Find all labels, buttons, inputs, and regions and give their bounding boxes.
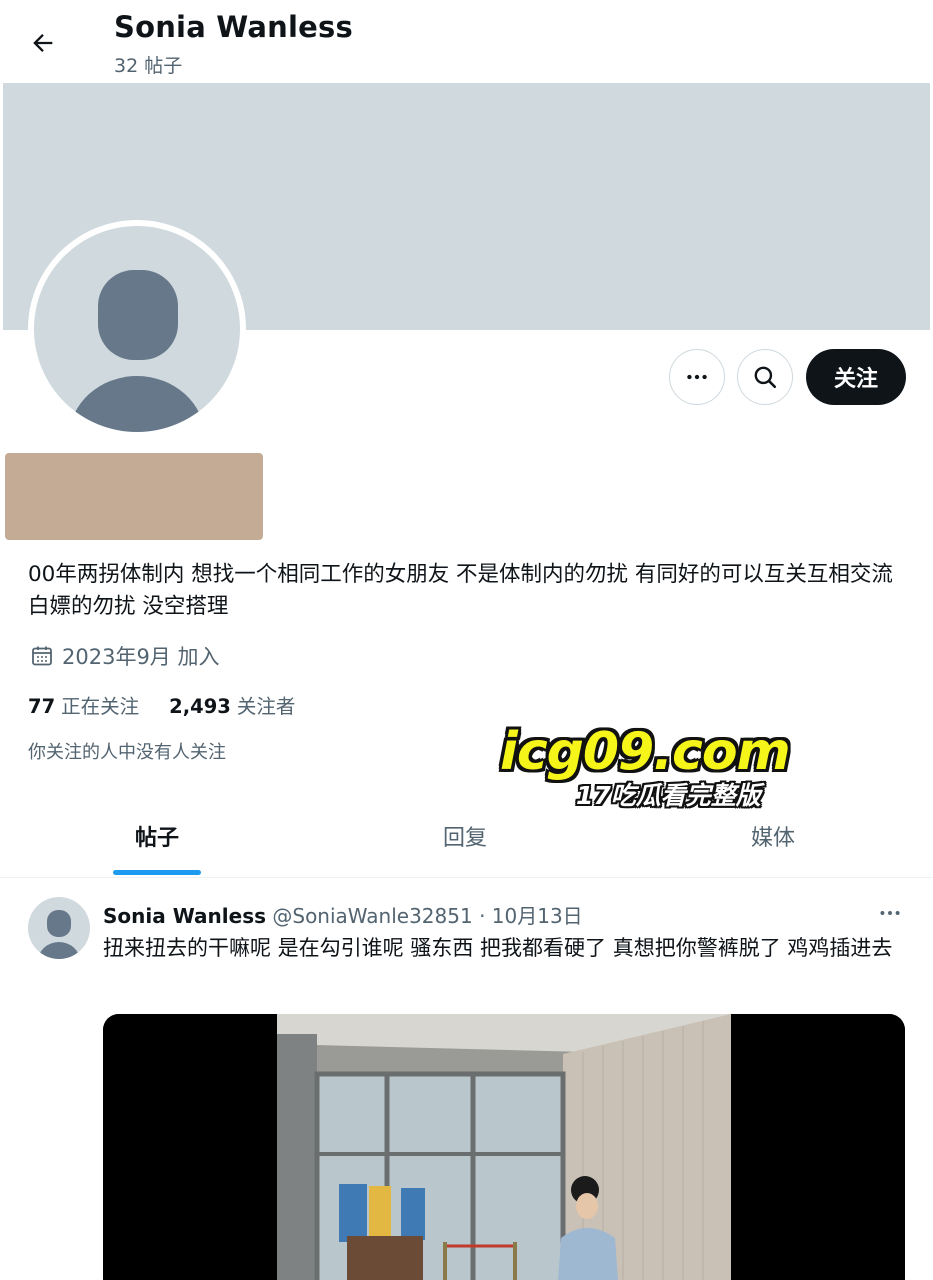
post-author-avatar[interactable] bbox=[28, 897, 90, 959]
calendar-icon bbox=[32, 646, 52, 666]
more-options-button[interactable] bbox=[669, 349, 725, 405]
back-button[interactable] bbox=[22, 22, 64, 64]
default-avatar-icon bbox=[38, 910, 80, 959]
post-text: 扭来扭去的干嘛呢 是在勾引谁呢 骚东西 把我都看硬了 真想把你警裤脱了 鸡鸡插进… bbox=[103, 936, 893, 960]
followers-label: 关注者 bbox=[236, 695, 296, 718]
followers-count: 2,493 bbox=[169, 695, 231, 718]
followers-link[interactable]: 2,493 关注者 bbox=[169, 690, 295, 719]
redacted-display-name bbox=[5, 453, 263, 540]
post-author-name[interactable]: Sonia Wanless bbox=[103, 904, 266, 928]
following-count: 77 bbox=[28, 695, 56, 718]
tab-replies[interactable]: 回复 bbox=[443, 820, 487, 852]
following-label: 正在关注 bbox=[61, 695, 140, 718]
post-header: Sonia Wanless @SoniaWanle32851 · 10月13日 bbox=[103, 900, 583, 929]
top-bar: Sonia Wanless 32 帖子 bbox=[0, 0, 933, 82]
default-avatar-icon bbox=[34, 226, 240, 432]
post-more-button[interactable] bbox=[872, 900, 908, 926]
more-icon bbox=[880, 911, 900, 915]
follow-stats: 77 正在关注 2,493 关注者 bbox=[28, 690, 325, 719]
join-date-text: 2023年9月 加入 bbox=[62, 645, 220, 669]
profile-avatar[interactable] bbox=[28, 220, 246, 438]
post-video[interactable] bbox=[103, 1014, 905, 1280]
post-item[interactable]: Sonia Wanless @SoniaWanle32851 · 10月13日 … bbox=[0, 880, 933, 1280]
header-profile-name: Sonia Wanless bbox=[114, 10, 353, 44]
join-date: 2023年9月 加入 bbox=[30, 641, 219, 671]
watermark-main: icg09.com bbox=[500, 722, 791, 782]
tab-posts[interactable]: 帖子 bbox=[135, 820, 179, 852]
more-icon bbox=[687, 374, 707, 380]
tab-media[interactable]: 媒体 bbox=[751, 820, 795, 852]
following-link[interactable]: 77 正在关注 bbox=[28, 690, 139, 719]
back-arrow-icon bbox=[33, 34, 53, 52]
profile-tabs: 帖子 回复 媒体 bbox=[0, 800, 933, 878]
video-frame bbox=[103, 1014, 905, 1280]
search-icon bbox=[754, 366, 777, 389]
header-post-count: 32 帖子 bbox=[114, 55, 183, 77]
profile-bio: 00年两拐体制内 想找一个相同工作的女朋友 不是体制内的勿扰 有同好的可以互关互… bbox=[28, 562, 893, 619]
search-profile-button[interactable] bbox=[737, 349, 793, 405]
mutual-followers-note: 你关注的人中没有人关注 bbox=[28, 742, 226, 763]
active-tab-indicator bbox=[113, 870, 201, 875]
follow-button[interactable]: 关注 bbox=[806, 349, 906, 405]
post-handle-date[interactable]: @SoniaWanle32851 · 10月13日 bbox=[272, 904, 582, 928]
